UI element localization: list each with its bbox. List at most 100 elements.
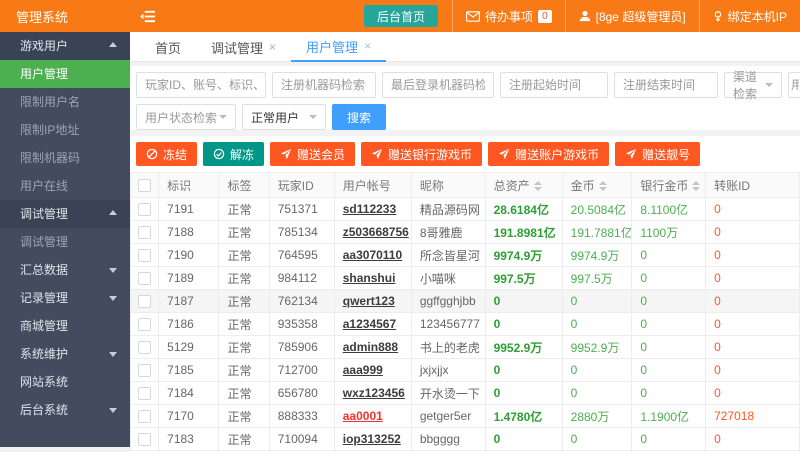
cell-bank_coins: 0 (631, 335, 707, 359)
back-home-button[interactable]: 后台首页 (364, 5, 439, 27)
action-button-1[interactable]: 解冻 (203, 142, 265, 166)
sidebar-item-3[interactable]: 限制IP地址 (0, 116, 130, 144)
user-status-select[interactable]: 用户状态检索 (136, 104, 236, 130)
sidebar-item-label: 后台系统 (20, 403, 69, 417)
tab-0[interactable]: 首页 (140, 32, 196, 62)
sidebar-item-label: 限制用户名 (20, 95, 81, 109)
cell-tag: 正常 (218, 404, 270, 428)
cell-account[interactable]: a1234567 (333, 312, 412, 336)
cell-nickname: 小喵咪 (410, 266, 486, 290)
sidebar-item-1[interactable]: 用户管理 (0, 60, 130, 88)
sidebar-item-7[interactable]: 调试管理 (0, 228, 130, 256)
row-checkbox[interactable] (138, 249, 152, 263)
cell-account[interactable]: aa0001 (333, 404, 412, 428)
todo-item[interactable]: 待办事项 0 (452, 0, 565, 32)
tab-close-icon[interactable]: × (269, 41, 276, 53)
search-button[interactable]: 搜索 (332, 104, 387, 130)
cell-account[interactable]: sd112233 (333, 197, 412, 221)
table-row: 7191 正常 751371 sd112233 精品源码网 28.6184亿 20.5084… (130, 197, 800, 221)
action-button-4[interactable]: 赠送账户游戏币 (488, 142, 610, 166)
column-header-bank_coins[interactable]: 银行金币 (631, 172, 707, 198)
cell-account[interactable]: qwert123 (333, 289, 412, 313)
cell-bank_coins: 0 (631, 266, 707, 290)
sidebar-collapse-button[interactable] (130, 0, 164, 32)
select-all-checkbox[interactable] (138, 179, 152, 193)
row-checkbox[interactable] (138, 433, 152, 447)
sidebar-item-5[interactable]: 用户在线 (0, 172, 130, 200)
tab-2[interactable]: 用户管理 × (291, 32, 387, 62)
row-checkbox[interactable] (138, 226, 152, 240)
chevron-up-icon (109, 42, 117, 47)
action-button-5[interactable]: 赠送靓号 (615, 142, 701, 166)
cell-nickname: jxjxjjx (410, 358, 486, 382)
tab-bar: 首页 调试管理 × 用户管理 × (130, 32, 800, 62)
sort-icon[interactable] (598, 181, 607, 192)
register-machine-code-input[interactable] (272, 72, 376, 98)
cell-nickname: 精品源码网 (410, 197, 486, 221)
todo-count-badge: 0 (538, 9, 552, 23)
bind-host-item[interactable]: 绑定本机IP (698, 0, 800, 32)
cell-bank_coins: 0 (631, 243, 707, 267)
sidebar-item-6[interactable]: 调试管理 (0, 200, 130, 228)
tab-1[interactable]: 调试管理 × (196, 32, 291, 62)
filter-row-2: 用户状态检索 正常用户 搜索 (136, 104, 800, 130)
sidebar-item-8[interactable]: 汇总数据 (0, 256, 130, 284)
sort-desc-icon (692, 187, 701, 192)
action-button-0[interactable]: 冻结 (136, 142, 198, 166)
cell-account[interactable]: shanshui (333, 266, 412, 290)
user-type-select[interactable]: 正常用户 (242, 104, 326, 130)
cell-tag: 正常 (218, 427, 270, 451)
sidebar-item-9[interactable]: 记录管理 (0, 284, 130, 312)
register-start-time-input[interactable] (500, 72, 608, 98)
sidebar-item-0[interactable]: 游戏用户 (0, 32, 130, 60)
column-header-id: 标识 (158, 172, 220, 198)
tab-close-icon[interactable]: × (364, 40, 371, 52)
sidebar-item-12[interactable]: 网站系统 (0, 368, 130, 396)
cell-account[interactable]: aa3070110 (333, 243, 412, 267)
last-login-machine-code-input[interactable] (382, 72, 494, 98)
sort-icon[interactable] (533, 181, 542, 192)
row-checkbox[interactable] (138, 272, 152, 286)
partial-clipped-input[interactable] (788, 72, 800, 98)
sidebar-item-10[interactable]: 商城管理 (0, 312, 130, 340)
cell-bank_coins: 0 (631, 381, 707, 405)
sidebar-item-2[interactable]: 限制用户名 (0, 88, 130, 116)
tab-label: 首页 (155, 40, 182, 56)
cell-nickname: getger5er (410, 404, 486, 428)
row-checkbox[interactable] (138, 410, 152, 424)
register-end-time-input[interactable] (614, 72, 718, 98)
column-header-player_id: 玩家ID (268, 172, 335, 198)
cell-transfer_id: 0 (705, 312, 800, 336)
sidebar-item-4[interactable]: 限制机器码 (0, 144, 130, 172)
column-header-label: 用户帐号 (342, 178, 391, 193)
row-checkbox[interactable] (138, 364, 152, 378)
cell-id: 7188 (158, 220, 220, 244)
cell-account[interactable]: wxz123456 (333, 381, 412, 405)
cell-account[interactable]: admin888 (333, 335, 412, 359)
column-header-total_assets[interactable]: 总资产 (484, 172, 563, 198)
row-checkbox[interactable] (138, 203, 152, 217)
channel-select[interactable]: 渠道检索 (724, 70, 782, 101)
chevron-down-icon (109, 408, 117, 413)
sort-icon[interactable] (692, 181, 701, 192)
keyword-search-input[interactable] (136, 72, 266, 98)
row-checkbox[interactable] (138, 295, 152, 309)
topbar-right: 后台首页 待办事项 0 [8ge 超级管理员] 绑定本机IP (364, 0, 800, 32)
chevron-down-icon (109, 268, 117, 273)
collapse-menu-icon (139, 10, 155, 23)
row-checkbox[interactable] (138, 341, 152, 355)
cell-nickname: 开水烫一下 (410, 381, 486, 405)
row-checkbox[interactable] (138, 387, 152, 401)
column-header-coins[interactable]: 金币 (561, 172, 633, 198)
cell-account[interactable]: iop313252 (333, 427, 412, 451)
cell-account[interactable]: z503668756 (333, 220, 412, 244)
sidebar-item-13[interactable]: 后台系统 (0, 396, 130, 424)
sidebar-item-11[interactable]: 系统维护 (0, 340, 130, 368)
current-user-item[interactable]: [8ge 超级管理员] (564, 0, 699, 32)
sort-desc-icon (533, 187, 542, 192)
cell-account[interactable]: aaa999 (333, 358, 412, 382)
action-button-2[interactable]: 赠送会员 (270, 142, 356, 166)
row-checkbox-cell (130, 427, 160, 451)
row-checkbox[interactable] (138, 318, 152, 332)
action-button-3[interactable]: 赠送银行游戏币 (361, 142, 483, 166)
